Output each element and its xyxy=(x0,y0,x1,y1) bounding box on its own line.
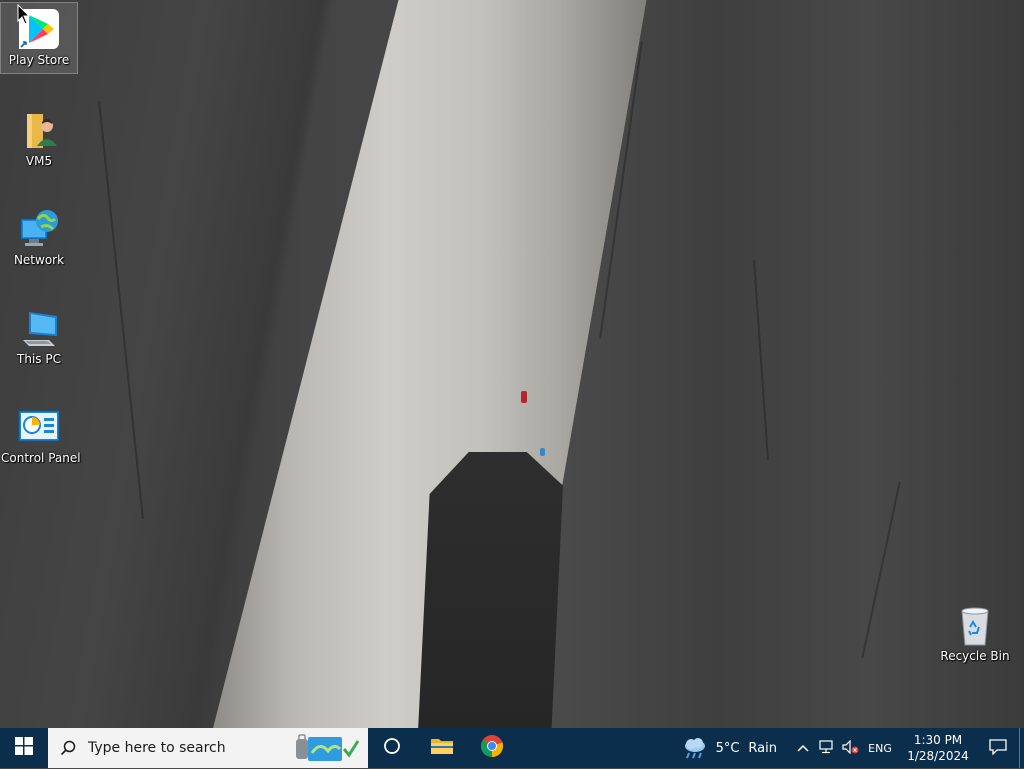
search-highlight-icon xyxy=(294,731,362,769)
network-status-button[interactable] xyxy=(815,728,839,768)
task-view-button[interactable] xyxy=(368,728,416,768)
desktop-icon-recycle-bin[interactable]: Recycle Bin xyxy=(937,599,1013,663)
taskbar-search-box[interactable]: Type here to search xyxy=(48,728,368,768)
show-hidden-icons-button[interactable] xyxy=(791,728,815,768)
desktop-icon-label: Control Panel xyxy=(1,451,81,465)
file-explorer-button[interactable] xyxy=(418,728,466,768)
desktop-icon-vm5[interactable]: VM5 xyxy=(1,104,77,168)
cortana-circle-icon xyxy=(383,737,401,759)
language-indicator: ENG xyxy=(868,741,892,755)
search-icon xyxy=(60,740,76,756)
desktop-icon-control-panel[interactable]: Control Panel xyxy=(1,401,81,465)
desktop-icon-label: Recycle Bin xyxy=(940,649,1010,663)
wallpaper-climber xyxy=(540,448,545,456)
desktop-icon-label: Play Store xyxy=(8,53,70,67)
show-desktop-strip[interactable] xyxy=(1019,728,1024,768)
recycle-bin-icon xyxy=(953,603,997,647)
volume-muted-icon xyxy=(842,739,860,757)
wallpaper-climber xyxy=(521,391,527,403)
notification-icon xyxy=(989,738,1007,758)
mouse-cursor-icon xyxy=(17,3,31,30)
weather-condition: Rain xyxy=(748,740,777,756)
control-panel-icon xyxy=(17,405,61,449)
folder-icon xyxy=(430,736,454,760)
weather-temp: 5°C xyxy=(715,740,740,756)
computer-icon xyxy=(17,306,61,350)
desktop-icon-label: VM5 xyxy=(25,154,53,168)
volume-button[interactable] xyxy=(839,728,863,768)
clock-button[interactable]: 1:30 PM 1/28/2024 xyxy=(903,728,973,768)
desktop-icon-label: This PC xyxy=(17,352,61,366)
desktop-icon-network[interactable]: Network xyxy=(1,203,77,267)
chrome-icon xyxy=(480,734,504,762)
start-button[interactable] xyxy=(0,728,48,768)
chrome-button[interactable] xyxy=(468,728,516,768)
wallpaper-crack xyxy=(98,101,144,519)
input-language-button[interactable]: ENG xyxy=(863,728,897,768)
windows-logo-icon xyxy=(15,737,33,759)
taskbar: Type here to search 5°C Rain ENG 1:30 PM… xyxy=(0,728,1024,768)
clock-date: 1/28/2024 xyxy=(907,749,969,763)
clock: 1:30 PM 1/28/2024 xyxy=(903,732,973,764)
action-center-button[interactable] xyxy=(977,728,1019,768)
weather-widget[interactable]: 5°C Rain xyxy=(674,728,785,768)
rain-cloud-icon xyxy=(682,737,708,759)
clock-time: 1:30 PM xyxy=(913,733,963,747)
search-placeholder: Type here to search xyxy=(88,740,226,756)
user-folder-icon xyxy=(17,108,61,152)
system-tray: 5°C Rain ENG 1:30 PM 1/28/2024 xyxy=(674,728,1024,768)
wallpaper-rock-pillar xyxy=(418,452,563,728)
desktop-icon-play-store[interactable]: Play Store xyxy=(0,2,78,74)
network-status-icon xyxy=(819,739,835,757)
chevron-up-icon xyxy=(797,741,809,755)
desktop-icon-this-pc[interactable]: This PC xyxy=(1,302,77,366)
desktop-wallpaper: Play Store VM5 Network This PC Control P… xyxy=(0,0,1024,728)
wallpaper-crack xyxy=(753,260,769,460)
desktop-icon-label: Network xyxy=(13,253,65,267)
network-icon xyxy=(17,207,61,251)
wallpaper-crack xyxy=(861,481,901,659)
